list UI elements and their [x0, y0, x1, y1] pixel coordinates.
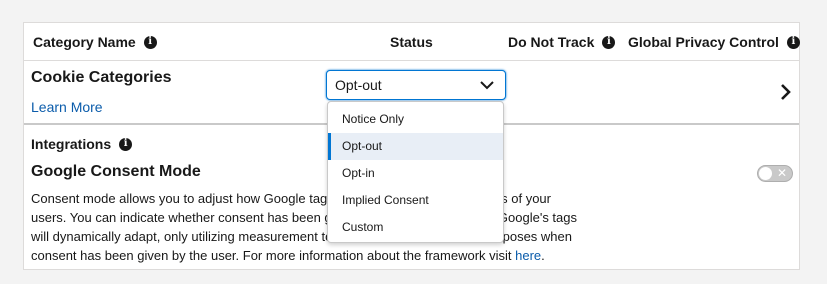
dropdown-option-opt-in[interactable]: Opt-in	[328, 160, 503, 187]
integrations-title: Integrations i	[31, 136, 133, 152]
do-not-track-header: Do Not Track i	[508, 34, 616, 50]
toggle-knob	[759, 167, 772, 180]
info-icon[interactable]: i	[602, 35, 616, 49]
dropdown-option-implied-consent[interactable]: Implied Consent	[328, 187, 503, 214]
here-link[interactable]: here	[515, 248, 541, 263]
status-dropdown-menu: Notice Only Opt-out Opt-in Implied Conse…	[327, 101, 504, 243]
google-consent-mode-toggle[interactable]: ✕	[757, 165, 793, 182]
info-icon[interactable]: i	[143, 35, 157, 49]
dropdown-option-notice-only[interactable]: Notice Only	[328, 106, 503, 133]
chevron-right-icon[interactable]	[779, 83, 791, 101]
category-name-header: Category Name i	[33, 34, 157, 50]
dropdown-option-custom[interactable]: Custom	[328, 214, 503, 241]
global-privacy-control-header: Global Privacy Control i	[628, 34, 800, 50]
dropdown-option-opt-out[interactable]: Opt-out	[328, 133, 503, 160]
google-consent-mode-description: Consent mode allows you to adjust how Go…	[31, 191, 577, 263]
status-select-value: Opt-out	[335, 77, 382, 93]
learn-more-link[interactable]: Learn More	[31, 99, 103, 115]
info-icon[interactable]: i	[119, 137, 133, 151]
chevron-down-icon	[480, 81, 494, 90]
status-header: Status	[390, 34, 433, 50]
info-icon[interactable]: i	[786, 35, 800, 49]
cookie-categories-title: Cookie Categories	[31, 69, 172, 86]
status-select[interactable]: Opt-out	[326, 70, 506, 100]
close-icon: ✕	[776, 166, 787, 180]
google-consent-mode-title: Google Consent Mode	[31, 163, 201, 180]
table-header: Category Name i Status Do Not Track i Gl…	[24, 23, 800, 61]
